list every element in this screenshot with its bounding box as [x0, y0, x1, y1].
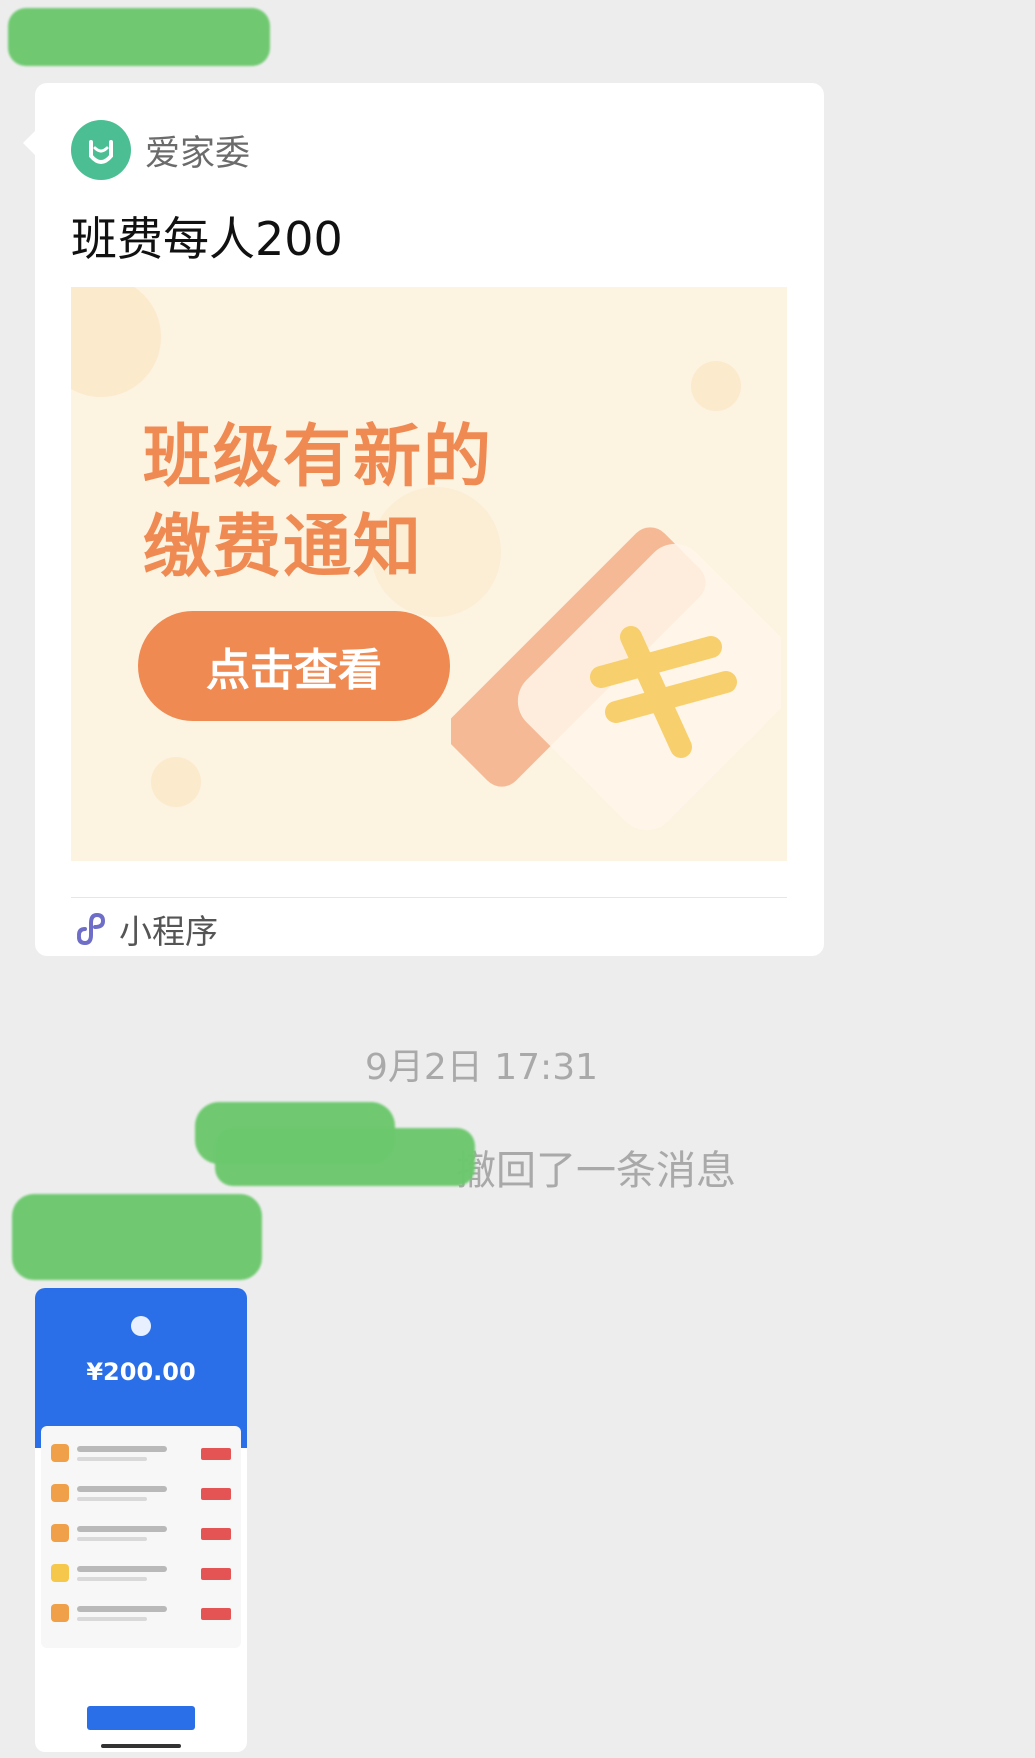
banner-headline-line2: 缴费通知: [143, 508, 424, 587]
thumb-row: [49, 1442, 235, 1468]
thumb-row: [49, 1482, 235, 1508]
decor-circle: [691, 361, 741, 411]
thumb-row: [49, 1522, 235, 1548]
mini-program-footer: 小程序: [71, 903, 218, 955]
mini-program-icon: [77, 912, 106, 946]
decor-circle: [151, 757, 201, 807]
thumb-row: [49, 1562, 235, 1588]
banner-headline: 班级有新的 缴费通知: [143, 413, 493, 593]
mini-program-label: 小程序: [119, 912, 218, 951]
thumb-logo-icon: [131, 1316, 151, 1336]
app-header: 爱家委: [71, 119, 250, 181]
thumb-amount: ¥200.00: [86, 1358, 196, 1386]
banner-headline-line1: 班级有新的: [143, 418, 494, 497]
bubble-tail: [23, 131, 35, 155]
decor-circle: [71, 287, 161, 397]
ticket-illustration-icon: [451, 527, 781, 831]
thumb-row: [49, 1602, 235, 1628]
thumb-home-indicator: [101, 1744, 181, 1748]
recall-text: 撤回了一条消息: [456, 1148, 736, 1194]
app-name: 爱家委: [145, 133, 251, 174]
redaction-mark-top: [8, 8, 270, 66]
thumb-list-panel: [41, 1426, 241, 1648]
screenshot-thumbnail[interactable]: ¥200.00: [35, 1288, 247, 1752]
redaction-mark-name-2: [215, 1128, 475, 1186]
card-title: 班费每人200: [71, 212, 343, 266]
view-button[interactable]: 点击查看: [138, 611, 450, 721]
banner-image[interactable]: 班级有新的 缴费通知 点击查看: [71, 287, 787, 861]
app-logo-icon: [71, 120, 131, 180]
mini-program-card[interactable]: 爱家委 班费每人200 班级有新的 缴费通知 点击查看 小程序: [23, 83, 824, 956]
message-timestamp: 9月2日 17:31: [365, 1047, 598, 1088]
card-divider: [71, 897, 787, 898]
redaction-mark-sender: [12, 1194, 262, 1280]
thumb-button: [87, 1706, 195, 1730]
